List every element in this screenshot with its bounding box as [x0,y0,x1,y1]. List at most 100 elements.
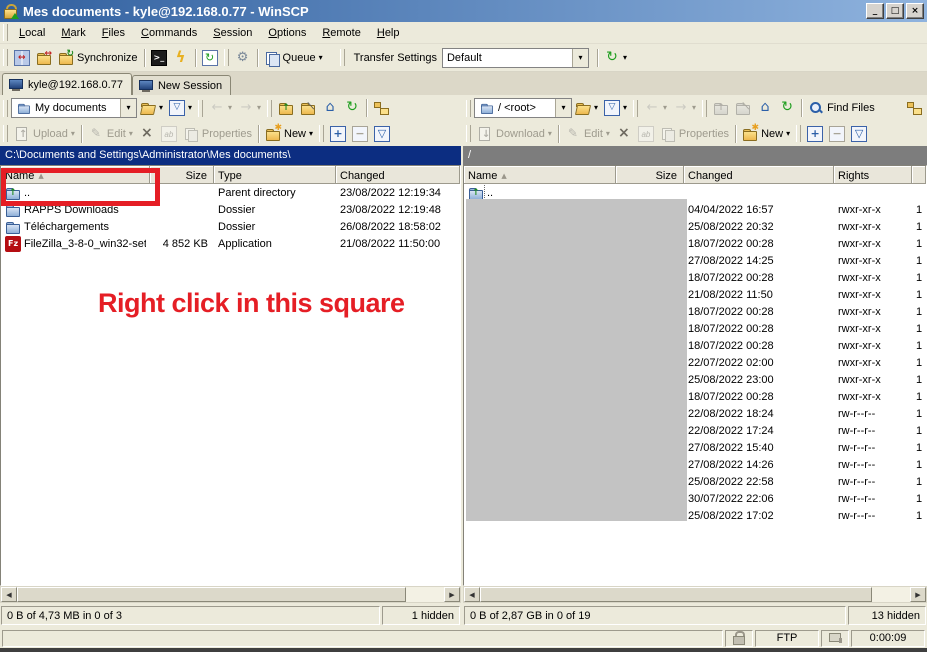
remote-delete-button[interactable]: × [613,123,635,145]
remote-collapse-button[interactable]: − [826,123,848,145]
preferences-layout-button[interactable]: ↔ [11,47,33,69]
synchronize-browsing-button[interactable]: ↻Synchronize [55,47,141,69]
column-header-name[interactable]: Name▲ [464,166,616,184]
toolbar-grip[interactable] [466,100,471,117]
local-tree-button[interactable] [370,97,392,119]
remote-open-directory-button[interactable]: ▾ [572,97,601,119]
remote-forward-button[interactable]: →▾ [670,97,699,119]
column-header-size[interactable]: Size [616,166,684,184]
transfer-options-button[interactable]: ↻▾ [601,47,630,69]
queue-button[interactable]: Queue▾ [261,47,326,69]
transfer-settings-dropdown[interactable]: Default ▾ [442,48,589,68]
toolbar-grip[interactable] [633,100,638,117]
local-forward-button[interactable]: →▾ [235,97,264,119]
remote-filter-button[interactable]: ▽▾ [601,97,630,119]
find-files-button[interactable]: Find Files [805,97,878,119]
remote-back-button[interactable]: ←▾ [641,97,670,119]
remote-file-list: Name▲ Size Changed Rights ↑.. 04/04/2022… [463,165,927,586]
chevron-down-icon[interactable]: ▾ [120,99,136,117]
local-home-directory-button[interactable]: ⌂ [319,97,341,119]
toolbar-grip[interactable] [319,125,324,142]
remote-tree-button[interactable] [903,97,925,119]
menu-options[interactable]: Options [260,24,314,42]
menu-local[interactable]: Local [11,24,53,42]
commander-transfer-button[interactable]: ↔ [33,47,55,69]
column-header-type[interactable]: Type [214,166,336,184]
menu-remote[interactable]: Remote [314,24,369,42]
session-tab-active[interactable]: kyle@192.168.0.77 [2,73,132,95]
console-commands-button[interactable]: ϟ [170,47,192,69]
close-icon[interactable]: × [906,3,924,19]
open-console-button[interactable]: >_ [148,47,170,69]
local-drive-selector[interactable]: My documents ▾ [11,98,137,118]
chevron-down-icon[interactable]: ▾ [572,49,588,67]
column-header-changed[interactable]: Changed [336,166,460,184]
column-header-rights[interactable]: Rights [834,166,912,184]
scroll-left-icon[interactable]: ◀ [1,587,17,602]
local-new-button[interactable]: ✱New▾ [262,123,316,145]
local-root-directory-button[interactable]: ⟍ [297,97,319,119]
local-file-row[interactable]: FzFileZilla_3-8-0_win32-set... 4 852 KB … [1,235,460,252]
remote-horizontal-scrollbar[interactable]: ◀ ▶ [463,586,927,603]
column-header-extra[interactable] [912,166,926,184]
server-icon [827,630,843,646]
new-session-tab[interactable]: New Session [132,75,231,95]
local-file-row[interactable]: Téléchargements Dossier 26/08/2022 18:58… [1,218,460,235]
remote-parent-directory-button[interactable]: ↑ [710,97,732,119]
scrollbar-thumb[interactable] [17,587,406,602]
local-parent-directory-button[interactable]: ↑ [275,97,297,119]
toolbar-grip[interactable] [702,100,707,117]
local-back-button[interactable]: ←▾ [206,97,235,119]
maximize-icon[interactable]: □ [886,3,904,19]
remote-filter2-button[interactable]: ▽ [848,123,870,145]
minimize-icon[interactable]: _ [866,3,884,19]
toolbar-grip[interactable] [224,49,229,66]
menu-commands[interactable]: Commands [133,24,205,42]
download-button[interactable]: ↓Download▾ [474,123,555,145]
toolbar-grip[interactable] [3,24,8,41]
local-collapse-button[interactable]: − [349,123,371,145]
local-delete-button[interactable]: × [136,123,158,145]
toolbar-grip[interactable] [3,125,8,142]
toolbar-grip[interactable] [267,100,272,117]
chevron-down-icon[interactable]: ▾ [555,99,571,117]
local-edit-button[interactable]: ✎Edit▾ [85,123,136,145]
local-filter2-button[interactable]: ▽ [371,123,393,145]
column-header-changed[interactable]: Changed [684,166,834,184]
local-expand-button[interactable]: + [327,123,349,145]
menu-session[interactable]: Session [205,24,260,42]
preferences-button[interactable]: ⚙ [232,47,254,69]
refresh-remote-button[interactable]: ↻ [199,47,221,69]
remote-properties-button[interactable]: Properties [657,123,732,145]
remote-expand-button[interactable]: + [804,123,826,145]
remote-edit-button[interactable]: ✎Edit▾ [562,123,613,145]
local-refresh-button[interactable]: ↻ [341,97,363,119]
remote-drive-selector[interactable]: / <root> ▾ [474,98,572,118]
toolbar-grip[interactable] [198,100,203,117]
local-open-directory-button[interactable]: ▾ [137,97,166,119]
local-path-bar[interactable]: C:\Documents and Settings\Administrator\… [0,146,461,165]
local-filter-button[interactable]: ▽▾ [166,97,195,119]
scroll-right-icon[interactable]: ▶ [444,587,460,602]
remote-root-directory-button[interactable]: ⟍ [732,97,754,119]
toolbar-grip[interactable] [3,100,8,117]
menu-mark[interactable]: Mark [53,24,93,42]
remote-path-bar[interactable]: / [463,146,927,165]
toolbar-grip[interactable] [466,125,471,142]
toolbar-grip[interactable] [340,49,345,66]
menu-files[interactable]: Files [94,24,133,42]
upload-button[interactable]: ↑Upload▾ [11,123,78,145]
remote-refresh-button[interactable]: ↻ [776,97,798,119]
local-rename-button[interactable]: ab [158,123,180,145]
local-horizontal-scrollbar[interactable]: ◀ ▶ [0,586,461,603]
toolbar-grip[interactable] [796,125,801,142]
toolbar-grip[interactable] [3,49,8,66]
remote-rename-button[interactable]: ab [635,123,657,145]
menu-help[interactable]: Help [369,24,408,42]
remote-home-directory-button[interactable]: ⌂ [754,97,776,119]
scroll-right-icon[interactable]: ▶ [910,587,926,602]
remote-new-button[interactable]: ✱New▾ [739,123,793,145]
local-properties-button[interactable]: Properties [180,123,255,145]
scroll-left-icon[interactable]: ◀ [464,587,480,602]
scrollbar-thumb[interactable] [480,587,872,602]
